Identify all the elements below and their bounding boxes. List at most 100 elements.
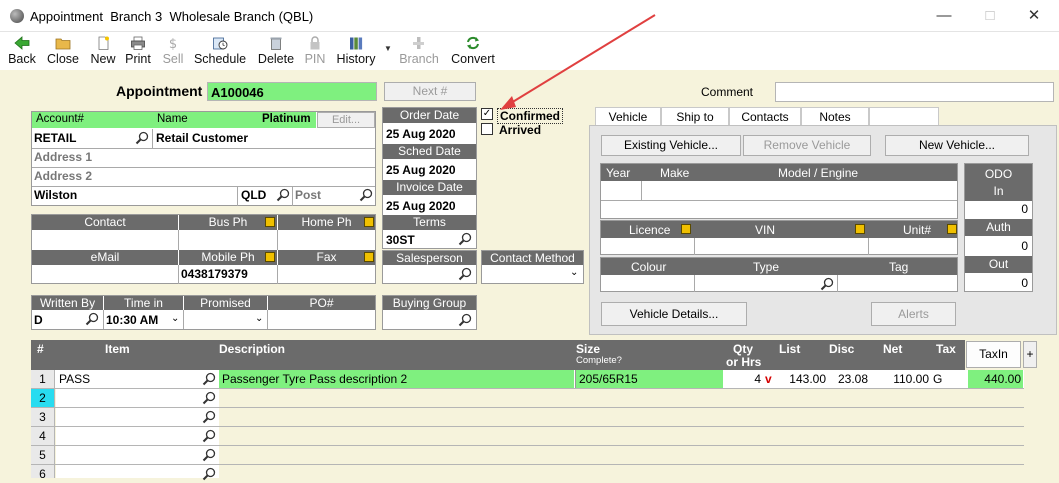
row-disc[interactable]: 23.08 [828, 370, 868, 388]
vin-field[interactable] [697, 239, 867, 254]
vehicle-description-field[interactable] [603, 202, 955, 218]
time-in-field[interactable]: 10:30 AM [106, 313, 158, 327]
salesperson-search-icon[interactable] [458, 267, 472, 281]
bus-phone-field[interactable] [181, 231, 277, 249]
home-phone-field[interactable] [280, 231, 374, 249]
pin-button[interactable]: PIN [302, 34, 328, 68]
terms-search-icon[interactable] [458, 232, 472, 246]
colour-field[interactable] [603, 276, 693, 291]
invoice-date-field[interactable]: 25 Aug 2020 [386, 199, 456, 213]
customer-name-field[interactable]: Retail Customer [156, 131, 248, 145]
history-button[interactable]: History [333, 34, 379, 68]
back-button[interactable]: Back [6, 34, 38, 68]
table-row[interactable]: 5 [31, 446, 1024, 465]
vin-lookup-icon[interactable] [855, 224, 865, 234]
close-button[interactable]: Close [45, 34, 81, 68]
written-by-search-icon[interactable] [85, 312, 99, 326]
bus-phone-dial-icon[interactable] [265, 217, 275, 227]
edit-account-button[interactable]: Edit... [317, 112, 375, 128]
tab-blank[interactable] [869, 107, 939, 126]
table-row[interactable]: 4 [31, 427, 1024, 446]
salesperson-field[interactable] [386, 267, 456, 282]
row-list[interactable]: 143.00 [776, 370, 826, 388]
auth-field[interactable]: 0 [967, 239, 1028, 253]
row-tax[interactable]: G [933, 370, 965, 388]
sched-date-field[interactable]: 25 Aug 2020 [386, 163, 456, 177]
mobile-phone-dial-icon[interactable] [265, 252, 275, 262]
branch-button[interactable]: Branch [397, 34, 441, 68]
existing-vehicle-button[interactable]: Existing Vehicle... [601, 135, 741, 156]
taxin-button[interactable]: TaxIn [966, 341, 1021, 368]
item-search-icon[interactable] [202, 410, 216, 424]
promised-field[interactable] [186, 312, 256, 328]
state-search-icon[interactable] [276, 188, 290, 202]
mobile-phone-field[interactable]: 0438179379 [181, 267, 248, 281]
time-in-dropdown-icon[interactable]: ⌄ [171, 313, 179, 324]
odo-in-field[interactable]: 0 [967, 202, 1028, 216]
account-number-field[interactable]: RETAIL [34, 131, 76, 145]
alerts-button[interactable]: Alerts [871, 302, 956, 326]
row-item[interactable] [56, 408, 219, 426]
item-search-icon[interactable] [202, 448, 216, 462]
fax-field[interactable] [280, 266, 374, 283]
buying-group-field[interactable] [386, 312, 456, 328]
row-item[interactable] [56, 389, 219, 407]
fax-dial-icon[interactable] [364, 252, 374, 262]
email-field[interactable] [34, 266, 178, 283]
new-button[interactable]: New [88, 34, 118, 68]
row-qty[interactable]: 4 [724, 370, 761, 388]
po-number-field[interactable] [270, 312, 374, 328]
vehicle-details-button[interactable]: Vehicle Details... [601, 302, 747, 326]
terms-field[interactable]: 30ST [386, 233, 415, 247]
year-field[interactable] [603, 182, 639, 198]
arrived-checkbox[interactable] [481, 123, 493, 135]
promised-dropdown-icon[interactable]: ⌄ [255, 313, 263, 324]
make-model-field[interactable] [644, 182, 954, 198]
tab-ship-to[interactable]: Ship to [661, 107, 729, 126]
item-search-icon[interactable] [202, 372, 216, 386]
next-number-button[interactable]: Next # [384, 82, 476, 101]
new-vehicle-button[interactable]: New Vehicle... [885, 135, 1029, 156]
minimize-icon[interactable]: — [934, 6, 954, 26]
comment-field[interactable] [775, 82, 1054, 102]
row-total[interactable]: 440.00 [968, 370, 1023, 388]
address2-field[interactable]: Address 2 [34, 169, 92, 183]
order-date-field[interactable]: 25 Aug 2020 [386, 127, 456, 141]
history-dropdown-icon[interactable]: ▼ [384, 44, 392, 53]
type-field[interactable] [697, 276, 817, 291]
table-row[interactable]: 3 [31, 408, 1024, 427]
odo-out-field[interactable]: 0 [967, 276, 1028, 290]
row-size[interactable]: 205/65R15 [575, 370, 723, 388]
delete-button[interactable]: Delete [255, 34, 297, 68]
unit-number-field[interactable] [871, 239, 955, 254]
address1-field[interactable]: Address 1 [34, 150, 92, 164]
item-search-icon[interactable] [202, 429, 216, 443]
tab-contacts[interactable]: Contacts [729, 107, 801, 126]
account-search-icon[interactable] [135, 131, 149, 145]
licence-field[interactable] [603, 239, 693, 254]
row-description[interactable]: Passenger Tyre Pass description 2 [219, 370, 574, 388]
buying-group-search-icon[interactable] [458, 313, 472, 327]
sell-button[interactable]: $ Sell [158, 34, 188, 68]
contact-method-dropdown-icon[interactable]: ⌄ [570, 267, 578, 278]
row-item[interactable] [56, 427, 219, 445]
add-column-button[interactable]: + [1023, 341, 1037, 368]
remove-vehicle-button[interactable]: Remove Vehicle [743, 135, 871, 156]
print-button[interactable]: Print [122, 34, 154, 68]
suburb-field[interactable]: Wilston [34, 188, 77, 202]
type-search-icon[interactable] [820, 277, 834, 291]
contact-field[interactable] [34, 231, 178, 249]
postcode-field[interactable]: Post [295, 188, 321, 202]
close-window-icon[interactable]: ✕ [1024, 6, 1044, 26]
item-search-icon[interactable] [202, 467, 216, 481]
appointment-number-field[interactable]: A100046 [207, 82, 377, 101]
row-item[interactable] [56, 465, 219, 478]
table-row[interactable]: 6 [31, 465, 1024, 481]
written-by-field[interactable]: D [34, 313, 43, 327]
item-search-icon[interactable] [202, 391, 216, 405]
tag-field[interactable] [840, 276, 955, 291]
contact-method-field[interactable] [485, 267, 565, 282]
row-item[interactable]: PASS [59, 370, 209, 388]
row-item[interactable] [56, 446, 219, 464]
schedule-button[interactable]: Schedule [193, 34, 247, 68]
